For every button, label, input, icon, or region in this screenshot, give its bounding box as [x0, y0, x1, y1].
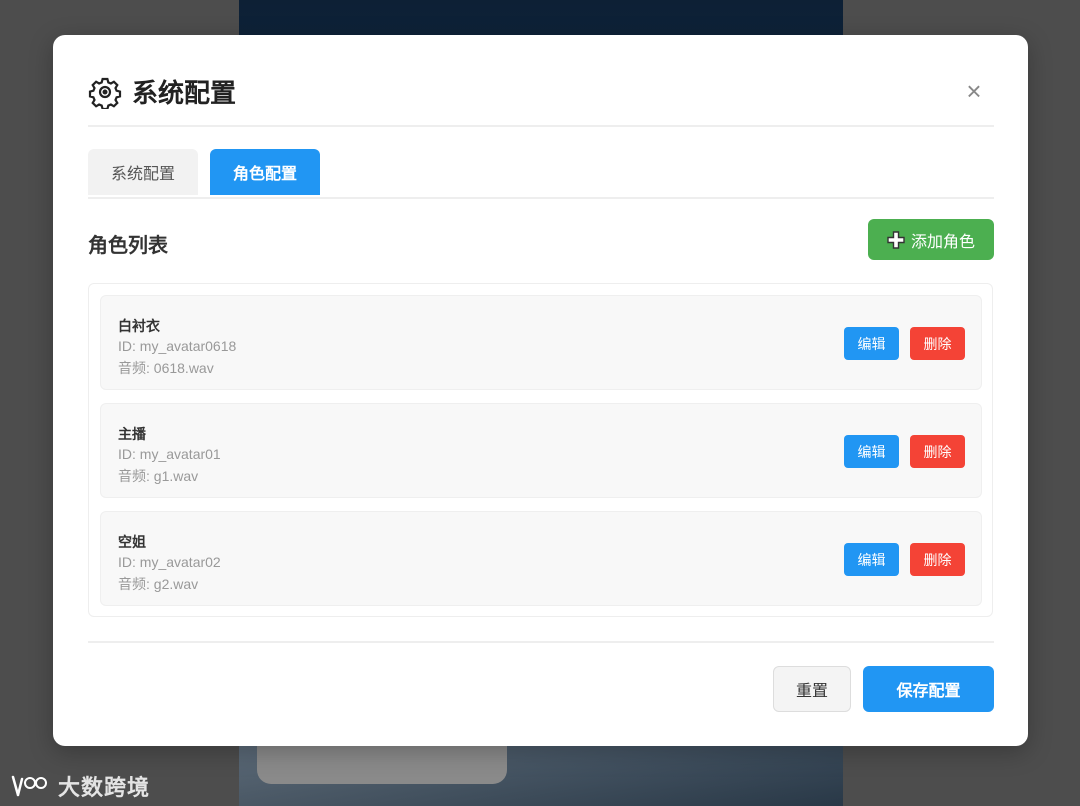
modal-header: 系统配置 ×	[88, 73, 994, 127]
close-button[interactable]: ×	[960, 75, 988, 106]
section-title: 角色列表	[88, 235, 168, 257]
watermark: 大数跨境	[10, 770, 150, 802]
add-role-label: 添加角色	[910, 233, 975, 251]
edit-role-button[interactable]: 编辑	[844, 435, 899, 468]
role-name: 空姐	[118, 534, 146, 550]
edit-role-button[interactable]: 编辑	[844, 327, 899, 360]
add-role-button[interactable]: 添加角色	[868, 219, 994, 260]
tab-system-config[interactable]: 系统配置	[88, 149, 199, 195]
role-id: ID: my_avatar02	[118, 554, 221, 570]
config-modal: 系统配置 × 系统配置 角色配置 角色列表 添加角色 白衬衣 ID: my_av…	[53, 35, 1028, 746]
role-list: 白衬衣 ID: my_avatar0618 音频: 0618.wav 编辑 删除…	[88, 283, 993, 617]
tab-label: 系统配置	[111, 166, 176, 183]
tab-bar: 系统配置 角色配置	[88, 149, 994, 199]
modal-title-wrap: 系统配置	[88, 73, 236, 110]
reset-button[interactable]: 重置	[773, 666, 851, 712]
tab-label: 角色配置	[233, 166, 298, 183]
role-id: ID: my_avatar0618	[118, 338, 237, 354]
role-actions: 编辑 删除	[844, 327, 965, 360]
edit-role-button[interactable]: 编辑	[844, 543, 899, 576]
watermark-logo-icon	[11, 775, 47, 797]
role-audio: 音频: g1.wav	[118, 468, 199, 484]
role-actions: 编辑 删除	[844, 435, 965, 468]
close-icon: ×	[966, 75, 982, 106]
role-id: ID: my_avatar01	[118, 446, 221, 462]
delete-role-button[interactable]: 删除	[910, 327, 965, 360]
save-config-button[interactable]: 保存配置	[863, 666, 994, 712]
role-item: 空姐 ID: my_avatar02 音频: g2.wav 编辑 删除	[100, 511, 982, 606]
gear-icon	[88, 77, 122, 109]
role-audio: 音频: g2.wav	[118, 576, 199, 592]
role-item: 主播 ID: my_avatar01 音频: g1.wav 编辑 删除	[100, 403, 982, 498]
role-audio: 音频: 0618.wav	[118, 360, 214, 376]
role-name: 白衬衣	[118, 318, 160, 334]
modal-title: 系统配置	[132, 78, 237, 108]
footer-divider	[88, 641, 994, 643]
role-list-header: 角色列表 添加角色	[88, 219, 994, 261]
watermark-text: 大数跨境	[58, 775, 151, 800]
role-actions: 编辑 删除	[844, 543, 965, 576]
role-item: 白衬衣 ID: my_avatar0618 音频: 0618.wav 编辑 删除	[100, 295, 982, 390]
delete-role-button[interactable]: 删除	[910, 543, 965, 576]
plus-icon	[887, 230, 905, 249]
delete-role-button[interactable]: 删除	[910, 435, 965, 468]
role-name: 主播	[118, 426, 146, 442]
tab-role-config[interactable]: 角色配置	[210, 149, 321, 195]
